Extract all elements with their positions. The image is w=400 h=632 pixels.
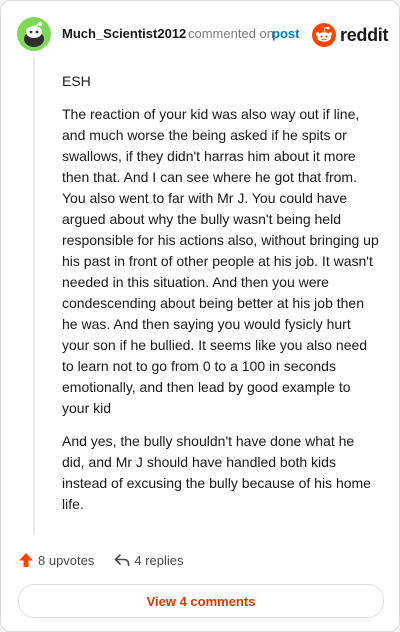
comment-body: ESH The reaction of your kid was also wa… (62, 71, 380, 527)
snoo-avatar-icon (17, 17, 51, 51)
comment-paragraph: And yes, the bully shouldn't have done w… (62, 433, 371, 512)
reply-count: 4 replies (134, 552, 184, 568)
comment-actions: 8 upvotes 4 replies (18, 550, 184, 570)
replies-button[interactable]: 4 replies (114, 552, 184, 568)
avatar[interactable] (17, 17, 51, 51)
post-link[interactable]: post (272, 26, 299, 41)
upvote-arrow-icon (19, 553, 33, 567)
thread-line[interactable] (33, 57, 35, 535)
reddit-brand[interactable]: reddit (312, 23, 389, 47)
brand-wordmark: reddit (340, 24, 389, 45)
upvote-button[interactable]: 8 upvotes (18, 552, 94, 568)
comment-paragraph: ESH (62, 73, 91, 89)
upvote-count: 8 upvotes (38, 552, 95, 568)
reddit-logo-icon (312, 23, 336, 47)
username[interactable]: Much_Scientist2012 (62, 26, 186, 41)
commented-on-label: commented on (188, 26, 274, 41)
reply-arrow-icon (115, 554, 130, 567)
comment-card: Much_Scientist2012 commented on post red… (0, 0, 400, 632)
view-comments-button[interactable]: View 4 comments (18, 584, 384, 618)
comment-paragraph: The reaction of your kid was also way ou… (62, 106, 379, 416)
